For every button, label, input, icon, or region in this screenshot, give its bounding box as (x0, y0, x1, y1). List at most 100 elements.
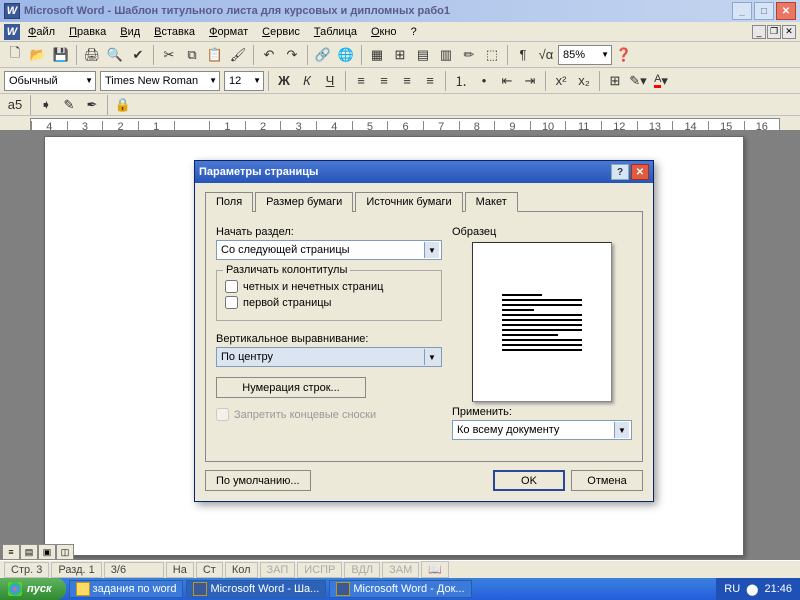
status-ext[interactable]: ВДЛ (344, 562, 380, 578)
insert-table-icon[interactable]: ⊞ (389, 44, 411, 66)
font-color-icon[interactable]: A▾ (650, 70, 672, 92)
align-right-icon[interactable]: ≡ (396, 70, 418, 92)
default-button[interactable]: По умолчанию... (205, 470, 311, 491)
first-page-checkbox[interactable]: первой страницы (225, 296, 433, 309)
borders-icon[interactable]: ⊞ (604, 70, 626, 92)
numbered-list-icon[interactable]: ⒈ (450, 70, 472, 92)
valign-combo[interactable]: По центру▼ (216, 347, 442, 367)
odd-even-checkbox[interactable]: четных и нечетных страниц (225, 280, 433, 293)
outdent-icon[interactable]: ⇤ (496, 70, 518, 92)
statusbar: Стр. 3 Разд. 1 3/6 На Ст Кол ЗАП ИСПР ВД… (0, 560, 800, 578)
tables-borders-icon[interactable]: ▦ (366, 44, 388, 66)
status-at: На (166, 562, 194, 578)
bullet-list-icon[interactable]: • (473, 70, 495, 92)
spellcheck-icon[interactable]: ✔ (127, 44, 149, 66)
drawing-icon[interactable]: ✏ (458, 44, 480, 66)
dialog-close-button[interactable]: ✕ (631, 164, 649, 180)
menu-insert[interactable]: Вставка (148, 24, 201, 40)
apply-to-combo[interactable]: Ко всему документу▼ (452, 420, 632, 440)
pagelayout-view-icon[interactable]: ▣ (38, 544, 56, 560)
docmap-icon[interactable]: ⬚ (481, 44, 503, 66)
status-rec[interactable]: ЗАП (260, 562, 296, 578)
start-button[interactable]: пуск (0, 578, 66, 600)
justify-icon[interactable]: ≡ (419, 70, 441, 92)
menu-tools[interactable]: Сервис (256, 24, 306, 40)
dialog-help-button[interactable]: ? (611, 164, 629, 180)
new-doc-icon[interactable]: 🗋 (4, 44, 26, 66)
open-icon[interactable]: 📂 (27, 44, 49, 66)
help-icon[interactable]: ❓ (613, 44, 635, 66)
underline-icon[interactable]: Ч (319, 70, 341, 92)
web-toolbar-icon[interactable]: 🌐 (335, 44, 357, 66)
menu-view[interactable]: Вид (114, 24, 146, 40)
clock[interactable]: 21:46 (764, 583, 792, 595)
minimize-button[interactable]: _ (732, 2, 752, 20)
menu-table[interactable]: Таблица (308, 24, 363, 40)
status-book-icon[interactable]: 📖 (421, 561, 449, 578)
language-indicator[interactable]: RU (724, 583, 740, 595)
tab-paper-source[interactable]: Источник бумаги (355, 192, 462, 212)
menu-help[interactable]: ? (405, 24, 423, 40)
undo-icon[interactable]: ↶ (258, 44, 280, 66)
doc-restore[interactable]: ❐ (767, 25, 781, 39)
sqrt-icon[interactable]: √α (535, 44, 557, 66)
tab-paper-size[interactable]: Размер бумаги (255, 192, 353, 212)
dialog-titlebar[interactable]: Параметры страницы ? ✕ (195, 161, 653, 183)
save-icon[interactable]: 💾 (50, 44, 72, 66)
separator (361, 45, 362, 65)
status-ovr[interactable]: ЗАМ (382, 562, 419, 578)
bold-icon[interactable]: Ж (273, 70, 295, 92)
show-marks-icon[interactable]: ¶ (512, 44, 534, 66)
autotext-icon[interactable]: а5 (4, 94, 26, 116)
print-icon[interactable]: 🖨 (81, 44, 103, 66)
normal-view-icon[interactable]: ≡ (2, 544, 20, 560)
section-start-label: Начать раздел: (216, 226, 442, 238)
zoom-combo[interactable]: 85%▼ (558, 45, 612, 65)
doc-close[interactable]: ✕ (782, 25, 796, 39)
status-page: Стр. 3 (4, 562, 49, 578)
font-combo[interactable]: Times New Roman▼ (100, 71, 220, 91)
weblayout-view-icon[interactable]: ▤ (20, 544, 38, 560)
line-numbers-button[interactable]: Нумерация строк... (216, 377, 366, 398)
close-button[interactable]: ✕ (776, 2, 796, 20)
menu-file[interactable]: Файл (22, 24, 61, 40)
comment-icon[interactable]: ➧ (35, 94, 57, 116)
menu-format[interactable]: Формат (203, 24, 254, 40)
superscript-icon[interactable]: x² (550, 70, 572, 92)
outline-view-icon[interactable]: ◫ (56, 544, 74, 560)
menu-window[interactable]: Окно (365, 24, 403, 40)
indent-icon[interactable]: ⇥ (519, 70, 541, 92)
style-combo[interactable]: Обычный▼ (4, 71, 96, 91)
taskbar-item-3[interactable]: Microsoft Word - Док... (329, 580, 471, 598)
ok-button[interactable]: OK (493, 470, 565, 491)
align-left-icon[interactable]: ≡ (350, 70, 372, 92)
highlight2-icon[interactable]: ✎ (58, 94, 80, 116)
excel-icon[interactable]: ▤ (412, 44, 434, 66)
maximize-button[interactable]: □ (754, 2, 774, 20)
section-start-combo[interactable]: Со следующей страницы▼ (216, 240, 442, 260)
fontsize-combo[interactable]: 12▼ (224, 71, 264, 91)
menu-edit[interactable]: Правка (63, 24, 112, 40)
format-painter-icon[interactable]: 🖌 (227, 44, 249, 66)
doc-minimize[interactable]: _ (752, 25, 766, 39)
paste-icon[interactable]: 📋 (204, 44, 226, 66)
subscript-icon[interactable]: x₂ (573, 70, 595, 92)
taskbar-item-1[interactable]: задания по word (69, 580, 184, 598)
copy-icon[interactable]: ⧉ (181, 44, 203, 66)
cancel-button[interactable]: Отмена (571, 470, 643, 491)
print-preview-icon[interactable]: 🔍 (104, 44, 126, 66)
lock-icon[interactable]: 🔒 (112, 94, 134, 116)
cut-icon[interactable]: ✂ (158, 44, 180, 66)
tray-icon[interactable]: ⬤ (746, 583, 758, 596)
taskbar-item-2[interactable]: Microsoft Word - Ша... (186, 580, 326, 598)
redo-icon[interactable]: ↷ (281, 44, 303, 66)
columns-icon[interactable]: ▥ (435, 44, 457, 66)
pen-icon[interactable]: ✒ (81, 94, 103, 116)
italic-icon[interactable]: К (296, 70, 318, 92)
status-trk[interactable]: ИСПР (297, 562, 342, 578)
tab-fields[interactable]: Поля (205, 192, 253, 212)
hyperlink-icon[interactable]: 🔗 (312, 44, 334, 66)
align-center-icon[interactable]: ≡ (373, 70, 395, 92)
highlight-icon[interactable]: ✎▾ (627, 70, 649, 92)
tab-layout[interactable]: Макет (465, 192, 518, 212)
